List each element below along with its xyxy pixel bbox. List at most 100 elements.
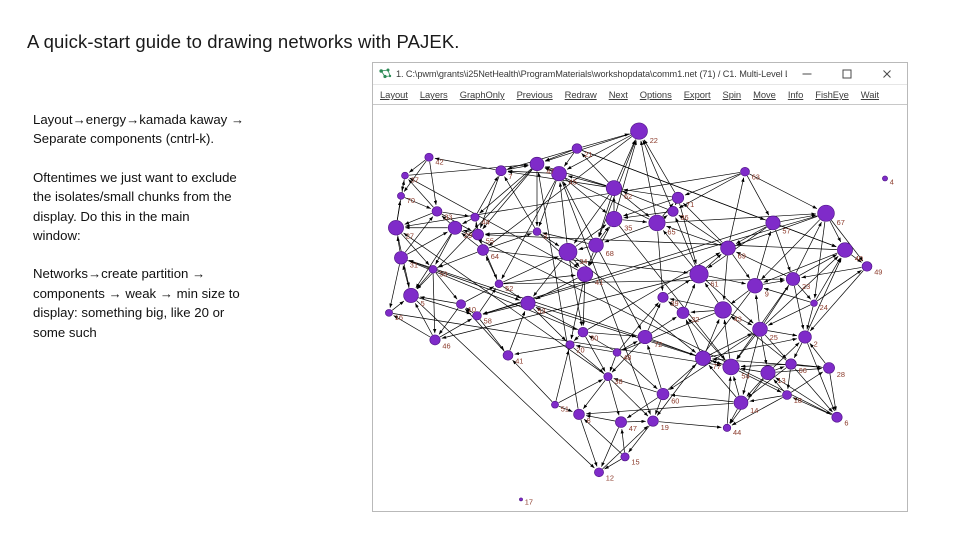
graph-node[interactable] <box>785 272 801 286</box>
graph-node[interactable] <box>765 215 781 231</box>
graph-node[interactable] <box>403 287 419 303</box>
graph-node[interactable] <box>671 191 685 204</box>
close-button[interactable] <box>867 63 907 84</box>
graph-edge <box>512 359 553 402</box>
graph-node[interactable] <box>594 467 604 478</box>
graph-node[interactable] <box>532 227 542 236</box>
graph-edge <box>485 233 837 250</box>
graph-node[interactable] <box>394 251 408 265</box>
graph-node[interactable] <box>647 415 659 427</box>
graph-node[interactable] <box>588 237 604 253</box>
minimize-button[interactable] <box>787 63 827 84</box>
graph-node[interactable] <box>615 416 627 428</box>
graph-node[interactable] <box>837 242 853 258</box>
graph-node[interactable] <box>551 400 559 409</box>
graph-node[interactable] <box>722 358 740 376</box>
graph-node[interactable] <box>577 327 589 338</box>
network-graph-canvas[interactable]: 22 21 42 63 45 7 4 37 70 47 62 71 35 27 44 33 65 67 57 55 3 6… <box>373 105 907 511</box>
menu-item-fisheye[interactable]: FishEye <box>815 89 849 100</box>
graph-node[interactable] <box>667 206 679 217</box>
menu-item-export[interactable]: Export <box>684 89 711 100</box>
graph-node[interactable] <box>612 348 622 357</box>
menu-item-options[interactable]: Options <box>640 89 672 100</box>
graph-node[interactable] <box>620 452 630 462</box>
graph-node[interactable] <box>520 295 536 311</box>
graph-node[interactable] <box>648 214 666 232</box>
graph-node[interactable] <box>401 171 409 180</box>
graph-node[interactable] <box>519 497 523 502</box>
menu-item-redraw-label: Redraw <box>564 89 597 100</box>
menu-item-redraw[interactable]: Redraw <box>565 89 597 100</box>
graph-node[interactable] <box>714 301 732 319</box>
graph-node[interactable] <box>882 175 888 182</box>
graph-node[interactable] <box>722 423 732 432</box>
graph-node[interactable] <box>752 321 768 337</box>
menu-item-layout[interactable]: Layout <box>380 89 408 100</box>
graph-node[interactable] <box>470 212 480 222</box>
graph-node[interactable] <box>385 309 393 317</box>
graph-node-label: 38 <box>614 377 622 386</box>
graph-node[interactable] <box>472 228 484 241</box>
graph-node[interactable] <box>782 390 792 400</box>
graph-node[interactable] <box>817 204 835 222</box>
graph-node-label: 42 <box>435 158 443 167</box>
menu-item-info[interactable]: Info <box>788 89 803 100</box>
graph-node[interactable] <box>565 340 575 350</box>
graph-node[interactable] <box>573 408 585 420</box>
menu-item-spin[interactable]: Spin <box>723 89 742 100</box>
graph-node[interactable] <box>605 211 623 228</box>
window-title-bar[interactable]: 1. C:\pwm\grants\i25NetHealth\ProgramMat… <box>373 63 907 85</box>
graph-edge <box>794 285 805 330</box>
graph-edge <box>389 264 400 308</box>
graph-node-label: 13 <box>777 376 785 385</box>
maximize-button[interactable] <box>827 63 867 84</box>
graph-node[interactable] <box>720 240 736 256</box>
graph-node[interactable] <box>785 358 797 370</box>
graph-node[interactable] <box>494 279 504 288</box>
graph-node[interactable] <box>502 350 514 361</box>
graph-node[interactable] <box>529 156 545 172</box>
graph-node[interactable] <box>477 244 489 256</box>
graph-node[interactable] <box>630 122 648 140</box>
menu-item-move[interactable]: Move <box>753 89 776 100</box>
graph-edge <box>580 419 598 467</box>
graph-node[interactable] <box>495 165 507 177</box>
graph-node[interactable] <box>388 220 404 236</box>
menu-item-graphonly[interactable]: GraphOnly <box>460 89 505 100</box>
graph-node[interactable] <box>428 265 438 274</box>
graph-node[interactable] <box>747 278 763 294</box>
graph-node[interactable] <box>810 299 818 307</box>
graph-node[interactable] <box>676 306 690 319</box>
menu-item-wait[interactable]: Wait <box>861 89 879 100</box>
network-graph[interactable]: 2221426345743770476271352744336567575536… <box>373 105 907 511</box>
graph-node[interactable] <box>656 387 670 401</box>
graph-node[interactable] <box>657 292 669 303</box>
graph-node[interactable] <box>603 372 613 381</box>
graph-node[interactable] <box>447 220 463 235</box>
graph-node-label: 32 <box>691 315 699 324</box>
graph-node[interactable] <box>831 411 843 423</box>
graph-node[interactable] <box>695 350 711 366</box>
graph-node[interactable] <box>605 180 623 196</box>
graph-node-label: 28 <box>837 370 845 379</box>
menu-item-next[interactable]: Next <box>609 89 628 100</box>
menu-item-previous[interactable]: Previous <box>517 89 553 100</box>
graph-node[interactable] <box>823 362 835 374</box>
graph-node[interactable] <box>456 299 466 309</box>
graph-node[interactable] <box>431 206 443 217</box>
graph-node[interactable] <box>637 329 653 345</box>
graph-node[interactable] <box>740 167 750 177</box>
graph-node[interactable] <box>429 334 441 346</box>
graph-node[interactable] <box>760 365 776 381</box>
graph-node[interactable] <box>689 264 709 284</box>
menu-item-layers[interactable]: Layers <box>420 89 448 100</box>
graph-node-label: 15 <box>631 458 639 467</box>
graph-node[interactable] <box>571 143 583 154</box>
graph-node[interactable] <box>733 395 749 410</box>
graph-node[interactable] <box>558 242 578 261</box>
graph-node[interactable] <box>397 192 405 200</box>
graph-node[interactable] <box>861 261 873 272</box>
graph-node[interactable] <box>424 152 434 162</box>
graph-node[interactable] <box>576 266 594 282</box>
graph-node[interactable] <box>798 330 812 344</box>
